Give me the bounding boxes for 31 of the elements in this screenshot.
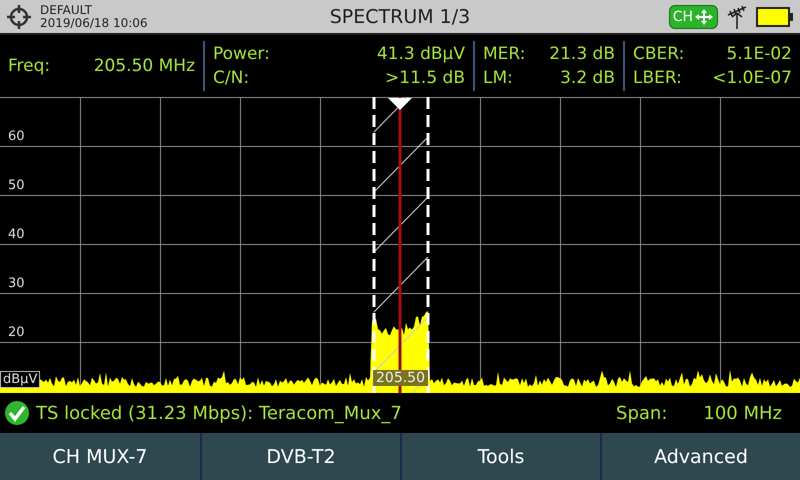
measurement-label: Freq:: [8, 56, 50, 76]
marker-frequency-label: 205.50: [373, 370, 428, 386]
lock-status-text: TS locked (31.23 Mbps): Teracom_Mux_7: [36, 402, 402, 424]
measurement-label: CBER:: [633, 44, 684, 64]
measurement-value: <1.0E-07: [712, 68, 792, 88]
span-value: 100 MHz: [703, 402, 782, 424]
measurement-value: 21.3 dB: [549, 44, 615, 64]
marker-triangle-icon: [388, 98, 412, 110]
measurement-value: 41.3 dBµV: [376, 44, 465, 64]
measurement-label: C/N:: [213, 68, 250, 88]
y-axis-label: 60: [8, 129, 25, 144]
screen-title: SPECTRUM 1/3: [330, 6, 470, 28]
crosshair-icon[interactable]: [6, 4, 32, 30]
profile-name: DEFAULT: [40, 4, 93, 16]
measurement-value: 5.1E-02: [726, 44, 792, 64]
span-label: Span:: [616, 402, 668, 424]
measurement-label: LM:: [483, 68, 513, 88]
measurement-value: >11.5 dB: [385, 68, 465, 88]
measurement-label: LBER:: [633, 68, 682, 88]
y-axis-label: 20: [8, 325, 25, 340]
measurement-value: 3.2 dB: [560, 68, 615, 88]
measurement-label: MER:: [483, 44, 526, 64]
y-axis-label: 30: [8, 276, 25, 291]
date-time: 2019/06/18 10:06: [40, 16, 148, 30]
battery-icon: [756, 6, 794, 26]
unit-label: dBµV: [0, 371, 40, 388]
check-icon: [4, 400, 30, 426]
measurement-label: Power:: [213, 44, 270, 64]
y-axis-label: 50: [8, 178, 25, 193]
y-axis-label: 40: [8, 227, 25, 242]
measurement-value: 205.50 MHz: [94, 56, 195, 76]
